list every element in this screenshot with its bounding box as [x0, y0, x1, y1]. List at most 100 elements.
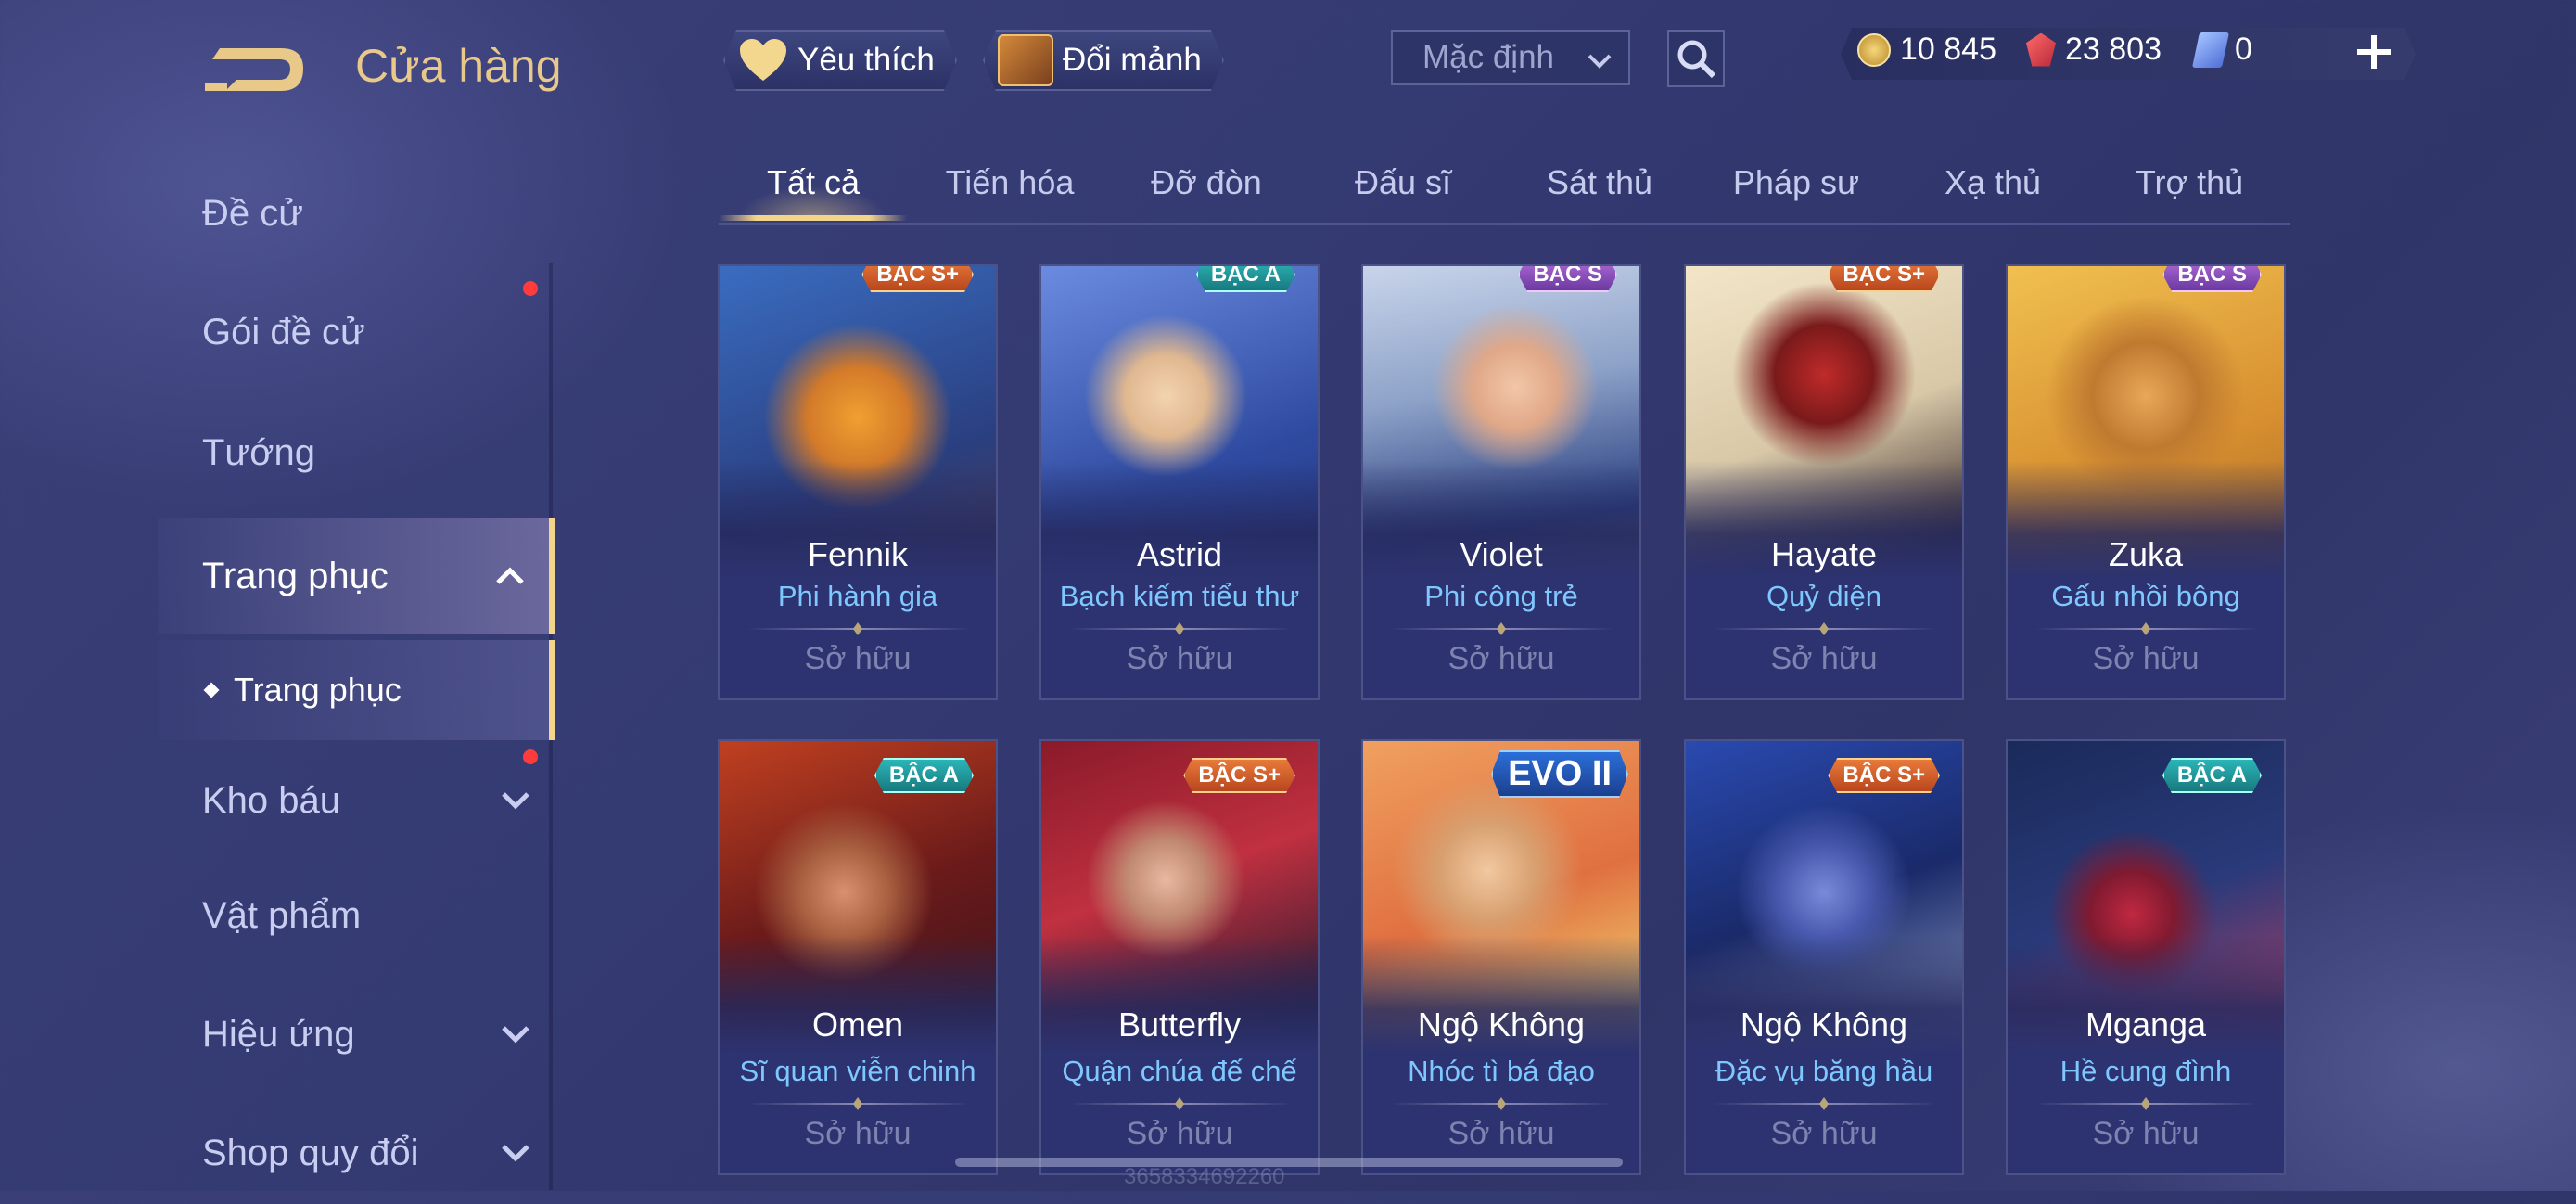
tier-badge: BẬC S+: [1183, 758, 1295, 793]
owned-status: Sở hữu: [2092, 1116, 2200, 1151]
bullet-diamond-icon: [203, 682, 220, 698]
skin-card[interactable]: BẬC S+ Ngộ Không Đặc vụ băng hầu Sở hữu: [1684, 739, 1964, 1175]
tab-all[interactable]: Tất cả: [715, 163, 912, 202]
exchange-label: Đổi mảnh: [1063, 42, 1202, 78]
chest-icon: [998, 34, 1053, 86]
owned-status: Sở hữu: [1447, 1116, 1555, 1151]
hero-name: Omen: [811, 1005, 904, 1044]
tier-badge: BẬC S: [2162, 264, 2262, 292]
owned-status: Sở hữu: [2092, 641, 2200, 676]
owned-status: Sở hữu: [1126, 1116, 1233, 1151]
tab-mage[interactable]: Pháp sư: [1698, 163, 1894, 202]
hero-name: Violet: [1460, 535, 1543, 573]
search-button[interactable]: [1667, 30, 1725, 87]
owned-status: Sở hữu: [804, 641, 912, 676]
skin-card[interactable]: BẬC A Mganga Hề cung đình Sở hữu: [2006, 739, 2286, 1175]
tab-evolution[interactable]: Tiến hóa: [912, 163, 1108, 202]
voucher-currency: 0: [2191, 32, 2252, 68]
sidebar-item-label: Gói đề cử: [202, 311, 365, 352]
sidebar-item-featured-bundles[interactable]: Gói đề cử: [158, 281, 555, 383]
ruby-currency: 23 803: [2026, 32, 2162, 68]
heart-icon: [738, 38, 788, 83]
skin-name: Sĩ quan viễn chinh: [739, 1055, 976, 1087]
owned-status: Sở hữu: [1770, 641, 1878, 676]
sidebar-item-skins[interactable]: Trang phục: [158, 518, 555, 634]
favorites-button[interactable]: Yêu thích: [723, 30, 957, 91]
active-tab-underline: [719, 215, 907, 221]
hero-name: Ngộ Không: [1740, 1005, 1908, 1044]
plus-icon[interactable]: [2353, 32, 2394, 72]
tier-badge: BẬC A: [874, 758, 974, 793]
tab-assassin[interactable]: Sát thủ: [1501, 163, 1698, 202]
category-tabs: Tất cả Tiến hóa Đỡ đòn Đấu sĩ Sát thủ Ph…: [719, 148, 2290, 225]
voucher-amount: 0: [2235, 32, 2252, 67]
owned-status: Sở hữu: [1770, 1116, 1878, 1151]
sidebar-item-label: Shop quy đổi: [202, 1132, 419, 1173]
hero-name: Astrid: [1136, 535, 1223, 573]
skin-card[interactable]: EVO II Ngộ Không Nhóc tì bá đạo Sở hữu: [1361, 739, 1641, 1175]
sidebar-item-heroes[interactable]: Tướng: [158, 402, 555, 504]
sidebar-item-label: Kho báu: [202, 779, 341, 821]
tab-fighter[interactable]: Đấu sĩ: [1305, 163, 1501, 202]
tier-badge: EVO II: [1491, 750, 1628, 798]
tab-support[interactable]: Trợ thủ: [2091, 163, 2288, 202]
owned-status: Sở hữu: [1447, 641, 1555, 676]
tier-badge: BẬC S+: [1828, 264, 1940, 292]
sidebar-item-effects[interactable]: Hiệu ứng: [158, 983, 555, 1085]
skin-card[interactable]: BẬC S+ Fennik Phi hành gia Sở hữu: [718, 264, 998, 700]
chevron-up-icon: [496, 567, 524, 584]
sort-dropdown[interactable]: Mặc định: [1391, 30, 1630, 85]
sidebar-item-label: Hiệu ứng: [202, 1013, 355, 1055]
tab-tank[interactable]: Đỡ đòn: [1108, 163, 1305, 202]
skin-card[interactable]: BẬC S Violet Phi công trẻ Sở hữu: [1361, 264, 1641, 700]
owned-status: Sở hữu: [804, 1116, 912, 1151]
notification-dot: [523, 749, 538, 764]
gold-coin-icon: [1857, 32, 1891, 67]
skin-name: Quỷ diện: [1766, 580, 1882, 612]
favorites-label: Yêu thích: [797, 42, 935, 78]
tier-badge: BẬC A: [1196, 264, 1295, 292]
skin-name: Hề cung đình: [2060, 1055, 2232, 1087]
chevron-down-icon: [502, 1026, 529, 1044]
hero-name: Butterfly: [1117, 1005, 1242, 1044]
skin-card[interactable]: BẬC S+ Hayate Quỷ diện Sở hữu: [1684, 264, 1964, 700]
skin-card[interactable]: BẬC A Omen Sĩ quan viễn chinh Sở hữu: [718, 739, 998, 1175]
skin-card[interactable]: BẬC S+ Butterfly Quận chúa đế chế Sở hữu: [1039, 739, 1320, 1175]
tier-badge: BẬC S+: [1828, 758, 1940, 793]
exchange-fragments-button[interactable]: Đổi mảnh: [983, 30, 1224, 91]
skin-name: Nhóc tì bá đạo: [1408, 1055, 1595, 1087]
voucher-icon: [2191, 32, 2230, 68]
hero-name: Hayate: [1770, 535, 1878, 573]
page-title: Cửa hàng: [355, 40, 562, 92]
tier-badge: BẬC S+: [861, 264, 974, 292]
tier-badge: BẬC S: [1518, 264, 1617, 292]
notification-dot: [523, 281, 538, 296]
skin-name: Bạch kiếm tiểu thư: [1059, 580, 1300, 612]
home-indicator: [955, 1158, 1623, 1167]
gold-amount: 10 845: [1900, 32, 1996, 67]
sidebar-item-exchange-shop[interactable]: Shop quy đổi: [158, 1102, 555, 1204]
skin-name: Quận chúa đế chế: [1062, 1055, 1297, 1087]
sidebar-subitem-label: Trang phục: [234, 671, 402, 709]
sidebar-item-label: Đề cử: [202, 192, 304, 234]
sidebar-item-treasure[interactable]: Kho báu: [158, 749, 555, 852]
ruby-icon: [2026, 32, 2056, 67]
skin-name: Phi hành gia: [777, 580, 938, 612]
ruby-amount: 23 803: [2065, 32, 2162, 67]
sidebar-subitem-skins[interactable]: Trang phục: [158, 640, 555, 740]
tier-badge: BẬC A: [2162, 758, 2262, 793]
skin-card[interactable]: BẬC A Astrid Bạch kiếm tiểu thư Sở hữu: [1039, 264, 1320, 700]
chevron-down-icon: [1588, 54, 1612, 69]
user-id-watermark: 3658334692260: [1124, 1164, 1285, 1189]
skin-card[interactable]: BẬC S Zuka Gấu nhồi bông Sở hữu: [2006, 264, 2286, 700]
sidebar-item-featured[interactable]: Đề cử: [158, 162, 555, 264]
search-icon: [1677, 40, 1716, 79]
chevron-down-icon: [502, 792, 529, 810]
tab-marksman[interactable]: Xạ thủ: [1894, 163, 2091, 202]
sidebar-item-items[interactable]: Vật phẩm: [158, 865, 555, 967]
skin-name: Đặc vụ băng hầu: [1715, 1055, 1933, 1087]
skin-name: Gấu nhồi bông: [2051, 580, 2240, 612]
hero-name: Mganga: [2085, 1005, 2207, 1044]
back-arrow-icon[interactable]: [199, 35, 311, 100]
owned-status: Sở hữu: [1126, 641, 1233, 676]
